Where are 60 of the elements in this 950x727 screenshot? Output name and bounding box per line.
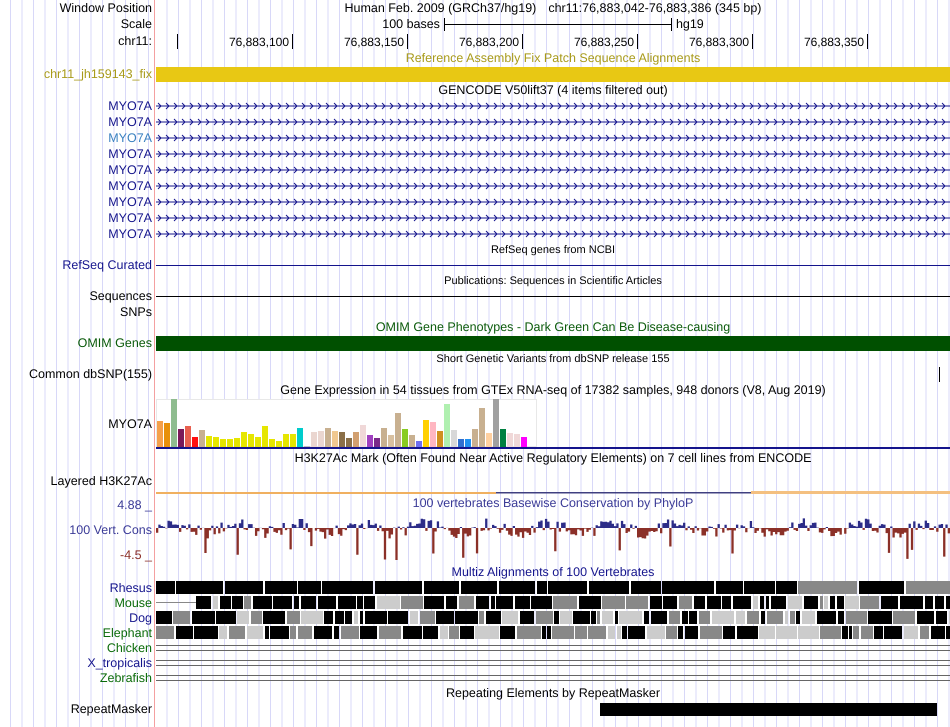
ruler-position: 76,883,250: [574, 36, 634, 49]
track-label: MYO7A: [108, 417, 153, 431]
ruler-position: 76,883,350: [804, 36, 864, 49]
ruler-tick: [637, 34, 638, 49]
track-label: Layered H3K27Ac: [50, 474, 153, 488]
ruler-position: 76,883,100: [228, 36, 289, 49]
track-title: Gene Expression in 54 tissues from GTEx RNA-seq of 17382 samples, 948 donors (V8, Aug 2019): [280, 383, 826, 397]
track-title: GENCODE V50lift37 (4 items filtered out): [438, 83, 668, 97]
track-label: MYO7A: [108, 147, 153, 161]
track-label: 100 Vert. Cons: [69, 523, 153, 537]
ruler-position: 76,883,300: [688, 36, 749, 49]
row-label: Scale: [120, 17, 153, 31]
track-title: OMIM Gene Phenotypes - Dark Green Can Be Disease-causing: [376, 320, 730, 334]
track-label: Sequences: [89, 289, 153, 303]
ruler-tick: [292, 34, 293, 49]
track-title: 100 vertebrates Basewise Conservation by PhyloP: [412, 496, 694, 511]
assembly-title: Human Feb. 2009 (GRCh37/hg19): [344, 1, 536, 15]
track-title: Repeating Elements by RepeatMasker: [446, 686, 660, 700]
variant-mark: [939, 366, 940, 382]
track-label: chr11_jh159143_fix: [44, 67, 153, 81]
track-title: RefSeq genes from NCBI: [490, 244, 616, 256]
ruler-position: 76,883,150: [344, 36, 404, 49]
track-title: Short Genetic Variants from dbSNP release 155: [436, 352, 670, 364]
track-label: MYO7A: [108, 99, 153, 113]
position-text: chr11:76,883,042-76,883,386 (345 bp): [548, 1, 762, 15]
ruler-tick: [752, 34, 753, 49]
ruler-position: 76,883,200: [458, 36, 519, 49]
track-label: Rhesus: [110, 580, 153, 594]
track-label: MYO7A: [108, 131, 153, 145]
track-label: MYO7A: [108, 163, 153, 177]
track-title: Reference Assembly Fix Patch Sequence Alignments: [406, 51, 700, 65]
track-label: Chicken: [106, 640, 153, 654]
row-label: chr11:: [118, 34, 153, 48]
track-label: RefSeq Curated: [62, 258, 153, 272]
track-label: Mouse: [114, 596, 153, 610]
axis-max-label: 4.88 _: [117, 498, 154, 512]
track-title: Publications: Sequences in Scientific Articles: [444, 274, 662, 286]
track-label: MYO7A: [108, 227, 153, 241]
track-label: Zebrafish: [100, 670, 153, 684]
scale-text: 100 bases: [382, 17, 440, 31]
axis-min-label: -4.5 _: [120, 548, 154, 562]
track-label: Elephant: [102, 626, 153, 640]
track-label: MYO7A: [108, 211, 153, 225]
ruler-tick: [177, 34, 178, 49]
track-label: SNPs: [120, 304, 153, 318]
ruler-tick: [867, 34, 868, 49]
track-title: Multiz Alignments of 100 Vertebrates: [452, 565, 654, 579]
track-label: MYO7A: [108, 179, 153, 193]
track-label: MYO7A: [108, 195, 153, 209]
track-label: RepeatMasker: [70, 702, 153, 716]
track-label: Dog: [129, 610, 153, 624]
track-label: MYO7A: [108, 115, 153, 129]
scale-assembly: hg19: [676, 17, 704, 31]
track-label: Common dbSNP(155): [29, 367, 153, 381]
ruler-tick: [407, 34, 408, 49]
track-label: X_tropicalis: [87, 656, 153, 670]
row-label: Window Position: [60, 1, 153, 15]
ruler-tick: [522, 34, 523, 49]
track-title: H3K27Ac Mark (Often Found Near Active Regulatory Elements) on 7 cell lines from ENCODE: [294, 451, 812, 465]
track-label: OMIM Genes: [78, 336, 153, 350]
